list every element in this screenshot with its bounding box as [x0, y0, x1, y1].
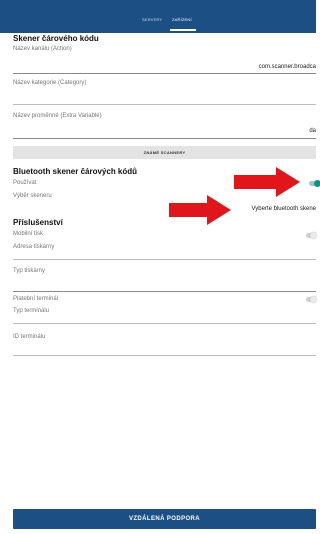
toggle-knob — [310, 296, 317, 303]
top-app-bar: SERVERY ZAŘÍZENÍ — [0, 0, 316, 33]
printer-type-underline[interactable] — [13, 291, 316, 292]
terminal-id-underline[interactable] — [13, 355, 316, 356]
printer-address-label: Adresa tiskárny — [13, 244, 55, 250]
barcode-scanner-title: Skener čárového kódu — [13, 34, 99, 43]
extra-variable-field-value[interactable]: da — [309, 128, 316, 134]
extra-variable-field-label: Název proměnné (Extra Variable) — [13, 113, 102, 119]
tab-zarizeni[interactable]: ZAŘÍZENÍ — [172, 17, 192, 22]
payment-terminal-toggle[interactable] — [306, 296, 317, 303]
scanner-select-dropdown[interactable]: Vyberte bluetooth skene — [252, 206, 317, 212]
payment-terminal-label: Platební terminál — [13, 296, 59, 302]
scanner-select-label: Výběr skeneru — [13, 193, 52, 199]
terminal-type-underline[interactable] — [13, 323, 316, 324]
bluetooth-use-label: Používat — [13, 180, 37, 186]
action-field-underline — [13, 73, 316, 74]
bluetooth-use-toggle[interactable] — [309, 180, 320, 187]
action-field-value[interactable]: com.scanner.broadca — [259, 64, 316, 70]
active-tab-indicator — [170, 29, 196, 31]
tab-servery[interactable]: SERVERY — [142, 17, 162, 22]
bluetooth-section-title: Bluetooth skener čárových kódů — [13, 167, 138, 176]
toggle-knob — [314, 180, 320, 187]
accessories-section-title: Příslušenství — [13, 218, 63, 227]
extra-variable-field-underline — [13, 138, 316, 139]
action-field-label: Název kanálu (Action) — [13, 46, 72, 52]
remote-support-button[interactable]: VZDÁLENÁ PODPORA — [13, 509, 316, 529]
printer-type-label: Typ tiskárny — [13, 268, 46, 274]
toggle-knob — [310, 232, 317, 239]
mobile-print-label: Mobilní tisk — [13, 231, 44, 237]
red-arrow-icon — [234, 167, 300, 197]
mobile-print-toggle[interactable] — [306, 232, 317, 239]
printer-address-underline[interactable] — [13, 259, 316, 260]
terminal-type-label: Typ terminálu — [13, 308, 50, 314]
terminal-id-label: ID terminálu — [13, 334, 46, 340]
known-scanners-button[interactable]: ZNÁMÉ SCANNERY — [13, 146, 316, 159]
red-arrow-icon — [169, 195, 231, 225]
category-field-underline — [13, 104, 316, 105]
category-field-label: Název kategorie (Category) — [13, 80, 87, 86]
